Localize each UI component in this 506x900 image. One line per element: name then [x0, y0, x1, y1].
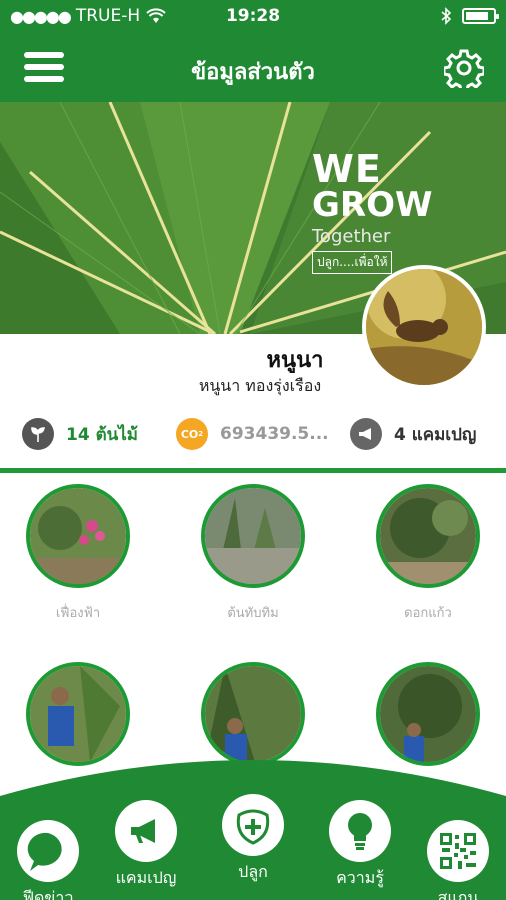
plant-label: ต้นทับทิม: [227, 606, 279, 621]
stat-trees-text: 14 ต้นไม้: [66, 424, 138, 445]
co2-icon: CO 2: [176, 418, 208, 450]
tab-feed[interactable]: ฟีดข่าว: [0, 820, 98, 900]
cover-together: Together: [312, 226, 391, 247]
plant-photo: [26, 662, 130, 766]
tab-knowledge[interactable]: ความรู้: [310, 800, 410, 891]
seedling-icon: [22, 418, 54, 450]
qr-code-icon: [427, 820, 489, 882]
tab-campaign-label: แคมเปญ: [115, 868, 177, 887]
tab-plant[interactable]: ปลูก: [203, 794, 303, 885]
stats-row: 14 ต้นไม้ CO 2 693439.5... 4 แคมเปญ: [0, 418, 506, 458]
cover-slogan: ปลูก....เพื่อให้: [312, 251, 393, 274]
plant-photo: [201, 484, 305, 588]
cover-text: WE GROW Together ปลูก....เพื่อให้: [312, 150, 433, 274]
profile-name: หนูนา: [266, 348, 324, 373]
status-bar: ●●●●● TRUE-H 19:28: [0, 0, 506, 34]
tab-scan[interactable]: สแกน: [408, 820, 506, 900]
stat-campaigns[interactable]: 4 แคมเปญ: [350, 418, 476, 450]
tab-campaign[interactable]: แคมเปญ: [96, 800, 196, 891]
plant-photo: [201, 662, 305, 766]
tab-feed-label: ฟีดข่าว: [22, 888, 74, 900]
plant-label: ดอกแก้ว: [404, 606, 452, 621]
bluetooth-icon: [441, 7, 452, 25]
page-title: ข้อมูลส่วนตัว: [191, 60, 315, 85]
megaphone-icon: [350, 418, 382, 450]
tab-knowledge-label: ความรู้: [336, 868, 384, 887]
status-right: [440, 7, 499, 25]
cover-grow: GROW: [312, 185, 433, 225]
co2-icon-text: CO: [180, 427, 199, 441]
cover-we: WE: [312, 147, 382, 191]
status-time: 19:28: [225, 6, 281, 26]
gear-icon[interactable]: [444, 48, 484, 88]
stat-co2-text: 693439.5...: [220, 424, 329, 444]
plant-item[interactable]: ต้นทับทิม: [193, 484, 313, 623]
plant-label: เฟื่องฟ้า: [55, 606, 101, 621]
divider: [0, 468, 506, 473]
battery-icon: [462, 8, 499, 24]
stat-co2[interactable]: CO 2 693439.5...: [176, 418, 329, 450]
plant-item[interactable]: ดอกแก้ว: [368, 484, 488, 623]
stat-trees[interactable]: 14 ต้นไม้: [22, 418, 138, 450]
plant-photo: [26, 484, 130, 588]
lightbulb-icon: [329, 800, 391, 862]
stat-campaigns-text: 4 แคมเปญ: [394, 424, 477, 445]
chat-bubble-icon: [17, 820, 79, 882]
leaf-plus-icon: [222, 794, 284, 856]
bottom-tab-bar: ฟีดข่าว แคมเปญ ปลูก ความรู้ สแกน: [0, 760, 506, 900]
plant-photo: [376, 484, 480, 588]
nav-bar: ข้อมูลส่วนตัว: [0, 34, 506, 102]
megaphone-icon: [115, 800, 177, 862]
plant-photo: [376, 662, 480, 766]
tab-plant-label: ปลูก: [238, 862, 268, 881]
profile-full-name: หนูนา ทองรุ่งเรือง: [198, 376, 322, 395]
tab-scan-label: สแกน: [437, 888, 479, 900]
plant-item[interactable]: เฟื่องฟ้า: [18, 484, 138, 623]
